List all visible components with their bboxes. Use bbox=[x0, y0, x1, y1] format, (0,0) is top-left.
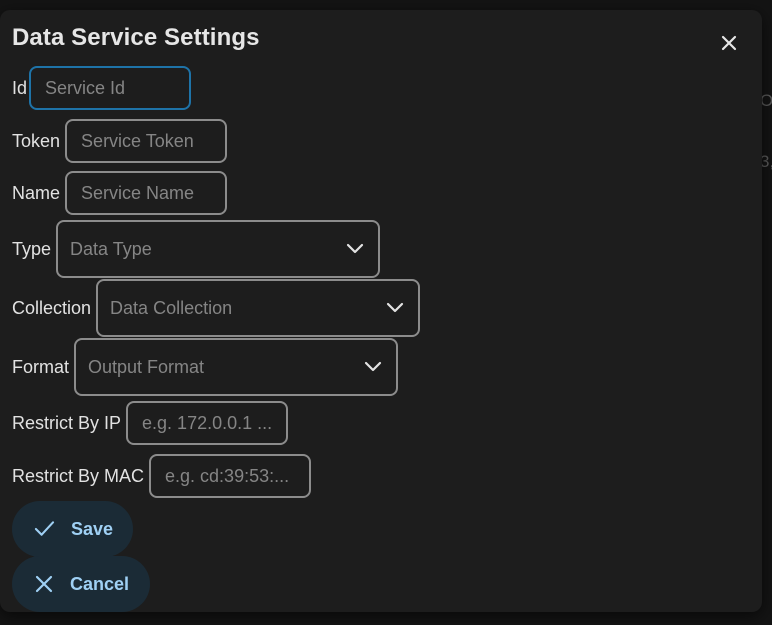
close-icon bbox=[721, 35, 737, 51]
cancel-button[interactable]: Cancel bbox=[12, 556, 150, 612]
restrict-mac-label: Restrict By MAC bbox=[12, 465, 145, 486]
restrict-mac-input[interactable] bbox=[149, 454, 312, 498]
chevron-down-icon bbox=[364, 361, 382, 372]
service-token-input[interactable] bbox=[65, 119, 228, 163]
chevron-down-icon bbox=[386, 302, 404, 313]
collection-row: Collection Data Collection bbox=[12, 279, 421, 337]
token-label: Token bbox=[12, 130, 61, 151]
collection-label: Collection bbox=[12, 297, 92, 318]
id-row: Id bbox=[12, 66, 192, 110]
data-collection-select[interactable]: Data Collection bbox=[96, 279, 421, 337]
output-format-select[interactable]: Output Format bbox=[74, 338, 399, 396]
token-row: Token bbox=[12, 119, 228, 163]
data-type-select[interactable]: Data Type bbox=[56, 220, 381, 278]
output-format-placeholder: Output Format bbox=[88, 356, 205, 377]
data-collection-placeholder: Data Collection bbox=[110, 297, 233, 318]
restrict-ip-label: Restrict By IP bbox=[12, 412, 122, 433]
type-label: Type bbox=[12, 238, 52, 259]
name-label: Name bbox=[12, 182, 61, 203]
close-button[interactable] bbox=[717, 31, 741, 55]
format-row: Format Output Format bbox=[12, 338, 399, 396]
dialog-title: Data Service Settings bbox=[12, 24, 260, 51]
save-button[interactable]: Save bbox=[12, 501, 133, 557]
save-label: Save bbox=[70, 518, 113, 539]
id-label: Id bbox=[12, 77, 28, 98]
cancel-label: Cancel bbox=[70, 573, 130, 594]
chevron-down-icon bbox=[346, 243, 364, 254]
format-label: Format bbox=[12, 356, 70, 377]
settings-dialog: Data Service Settings Id Token Name Type… bbox=[0, 10, 762, 612]
restrict-mac-row: Restrict By MAC bbox=[12, 454, 312, 498]
service-id-input[interactable] bbox=[29, 66, 192, 110]
service-name-input[interactable] bbox=[65, 171, 228, 215]
restrict-ip-row: Restrict By IP bbox=[12, 401, 289, 445]
restrict-ip-input[interactable] bbox=[126, 401, 289, 445]
data-type-placeholder: Data Type bbox=[70, 238, 152, 259]
name-row: Name bbox=[12, 171, 228, 215]
check-icon bbox=[34, 521, 55, 536]
type-row: Type Data Type bbox=[12, 220, 381, 278]
close-icon bbox=[35, 575, 53, 593]
